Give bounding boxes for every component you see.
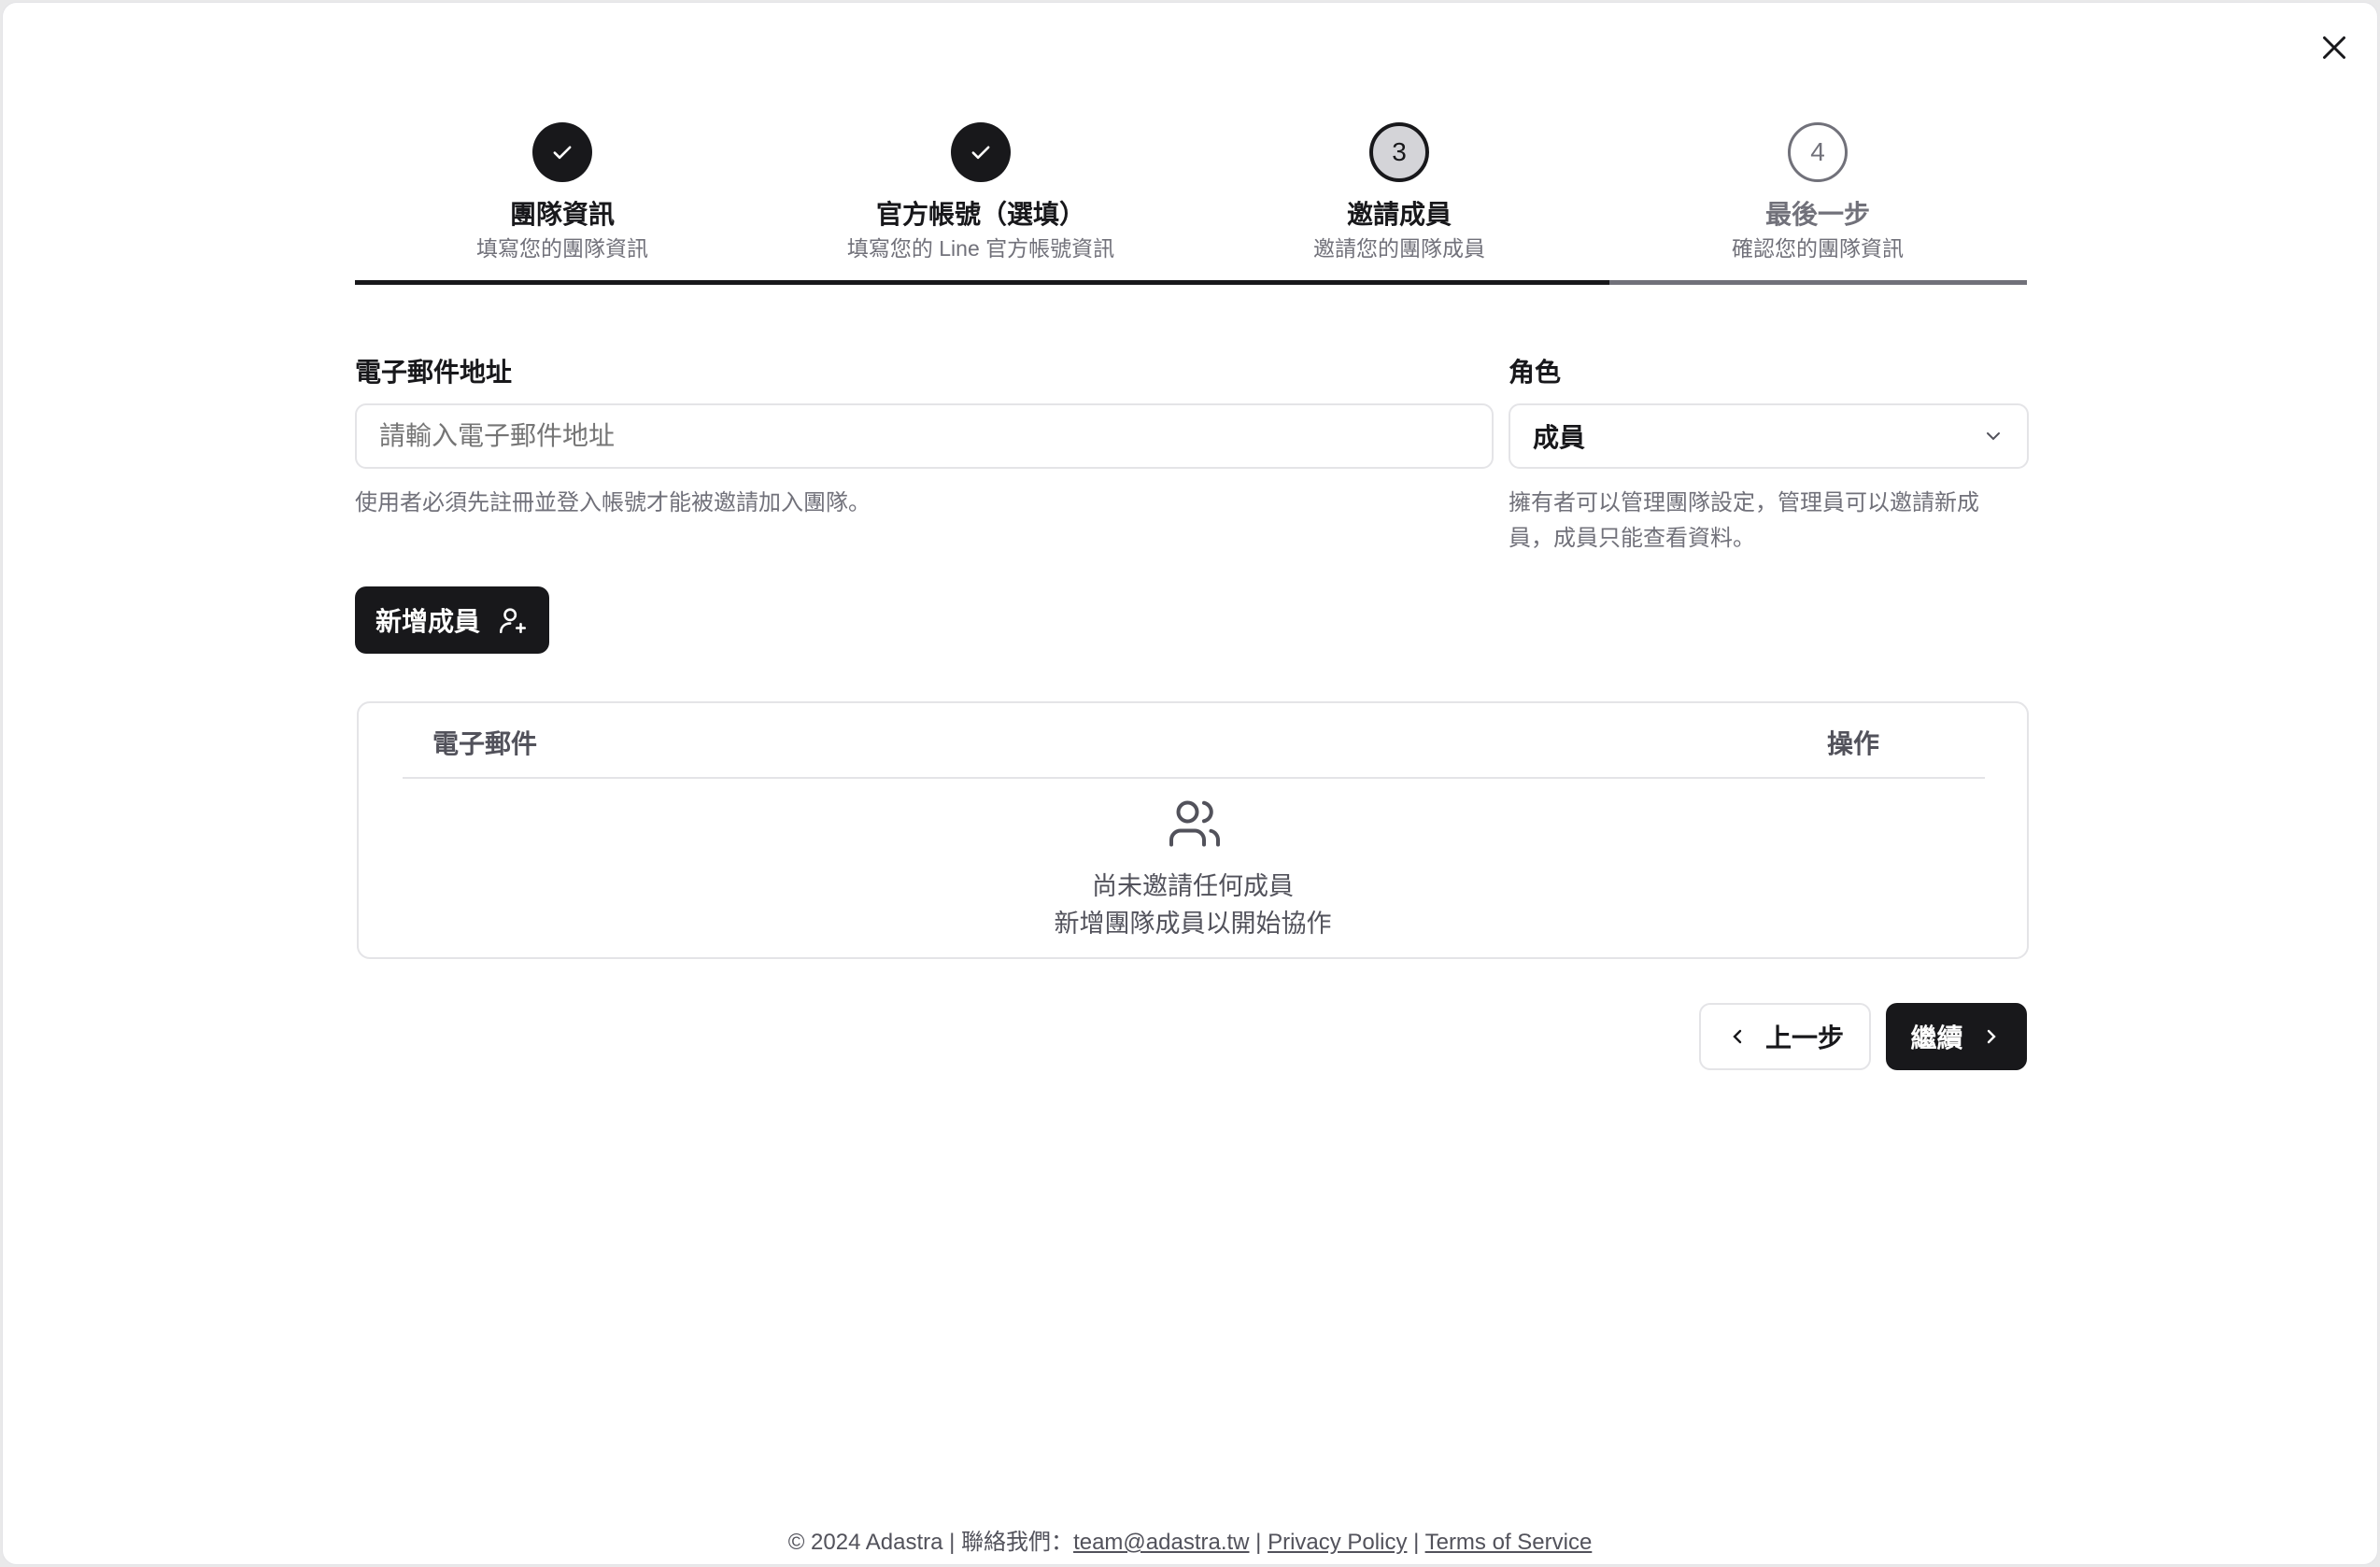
copyright: © 2024 Adastra | 聯絡我們：: [787, 1530, 1074, 1555]
email-label: 電子郵件地址: [355, 358, 513, 387]
header-divider: [403, 777, 1985, 779]
step-final: 4 最後一步 確認您的團隊資訊: [1603, 122, 2033, 262]
contact-email-link[interactable]: team@adastra.tw: [1073, 1530, 1249, 1555]
check-icon: [951, 122, 1011, 182]
step-official-account: 官方帳號（選填） 填寫您的 Line 官方帳號資訊: [766, 122, 1196, 262]
add-member-label: 新增成員: [375, 607, 480, 636]
add-member-button[interactable]: 新增成員: [355, 586, 549, 654]
step-team-info: 團隊資訊 填寫您的團隊資訊: [347, 122, 777, 262]
footer: © 2024 Adastra | 聯絡我們：team@adastra.tw | …: [3, 1523, 2377, 1556]
step-subtitle: 填寫您的 Line 官方帳號資訊: [846, 236, 1115, 261]
continue-button[interactable]: 繼續: [1886, 1003, 2027, 1070]
chevron-right-icon: [1987, 1029, 1996, 1044]
role-value: 成員: [1533, 423, 1586, 452]
step-subtitle: 邀請您的團隊成員: [1313, 236, 1485, 261]
dialog: 團隊資訊 填寫您的團隊資訊 官方帳號（選填） 填寫您的 Line 官方帳號資訊 …: [2, 2, 2378, 1565]
step-title: 最後一步: [1764, 200, 1870, 229]
column-actions: 操作: [1827, 729, 1880, 758]
step-title: 團隊資訊: [509, 200, 615, 229]
close-icon[interactable]: [2317, 31, 2351, 64]
chevron-left-icon: [1733, 1029, 1742, 1044]
step-number: 3: [1369, 122, 1429, 182]
user-plus-icon: [499, 608, 527, 634]
separator: |: [1407, 1530, 1425, 1555]
users-icon: [1169, 800, 1221, 847]
column-email: 電子郵件: [432, 729, 538, 758]
progress-fill: [355, 280, 1609, 285]
step-title: 邀請成員: [1346, 200, 1452, 229]
privacy-policy-link[interactable]: Privacy Policy: [1268, 1530, 1407, 1555]
role-label: 角色: [1509, 358, 1562, 387]
step-number: 4: [1788, 122, 1848, 182]
check-icon: [532, 122, 592, 182]
step-title: 官方帳號（選填）: [875, 200, 1085, 229]
chevron-down-icon: [1987, 432, 2000, 441]
role-help: 擁有者可以管理團隊設定，管理員可以邀請新成 員，成員只能查看資料。: [1509, 486, 1979, 557]
email-input[interactable]: [355, 403, 1494, 469]
back-button[interactable]: 上一步: [1699, 1003, 1871, 1070]
role-help-line: 員，成員只能查看資料。: [1509, 526, 1755, 551]
step-invite-members: 3 邀請成員 邀請您的團隊成員: [1184, 122, 1614, 262]
step-subtitle: 確認您的團隊資訊: [1732, 236, 1904, 261]
back-label: 上一步: [1764, 1023, 1844, 1052]
separator: |: [1249, 1530, 1268, 1555]
role-help-line: 擁有者可以管理團隊設定，管理員可以邀請新成: [1509, 490, 1979, 515]
members-table: 電子郵件 操作 尚未邀請任何成員 新增團隊成員以開始協作: [357, 701, 2029, 959]
terms-link[interactable]: Terms of Service: [1425, 1530, 1593, 1555]
step-subtitle: 填寫您的團隊資訊: [476, 236, 648, 261]
email-help: 使用者必須先註冊並登入帳號才能被邀請加入團隊。: [355, 490, 871, 515]
empty-subtitle: 新增團隊成員以開始協作: [1054, 910, 1332, 938]
empty-title: 尚未邀請任何成員: [1092, 872, 1294, 900]
continue-label: 繼續: [1910, 1023, 1963, 1052]
role-select[interactable]: 成員: [1509, 403, 2029, 469]
